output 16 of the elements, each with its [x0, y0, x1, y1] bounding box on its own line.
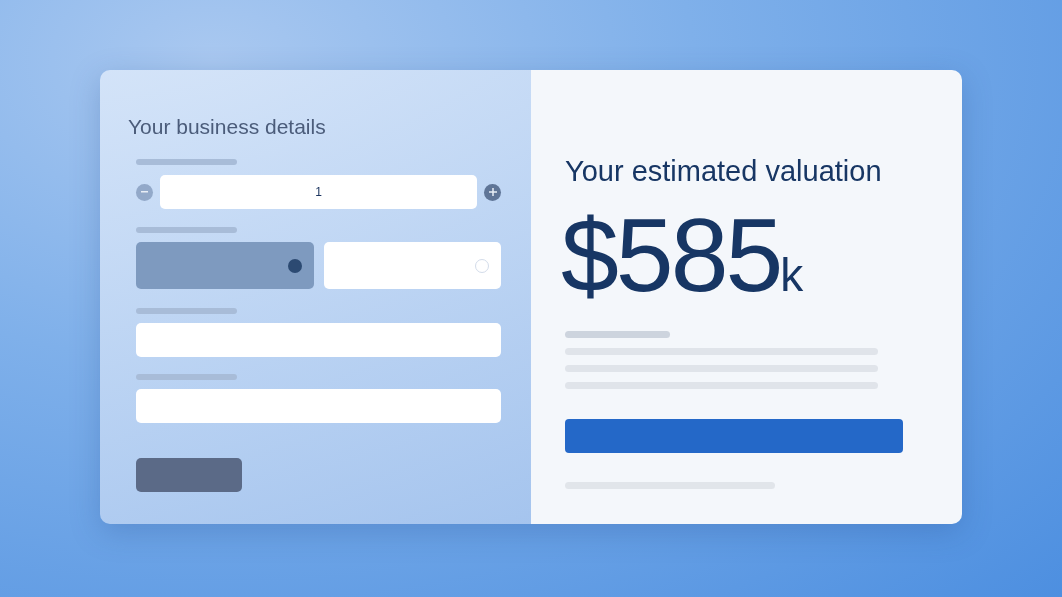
minus-button[interactable]	[136, 183, 153, 201]
plus-icon	[488, 188, 497, 197]
valuation-amount: $585	[561, 202, 781, 307]
option-card[interactable]	[323, 242, 501, 290]
plus-button[interactable]	[484, 183, 501, 201]
input-field[interactable]	[136, 323, 501, 358]
form-title: Your business details	[128, 114, 327, 140]
action-button[interactable]	[565, 418, 903, 453]
input-field[interactable]	[136, 389, 501, 424]
minus-icon	[141, 191, 148, 194]
result-title: Your estimated valuation	[565, 154, 883, 189]
submit-button[interactable]	[136, 458, 242, 493]
amount-unit: k	[780, 251, 804, 298]
selected-radio-icon	[287, 258, 302, 273]
quantity-field[interactable]: 1	[160, 175, 477, 210]
option-card[interactable]	[136, 242, 314, 290]
